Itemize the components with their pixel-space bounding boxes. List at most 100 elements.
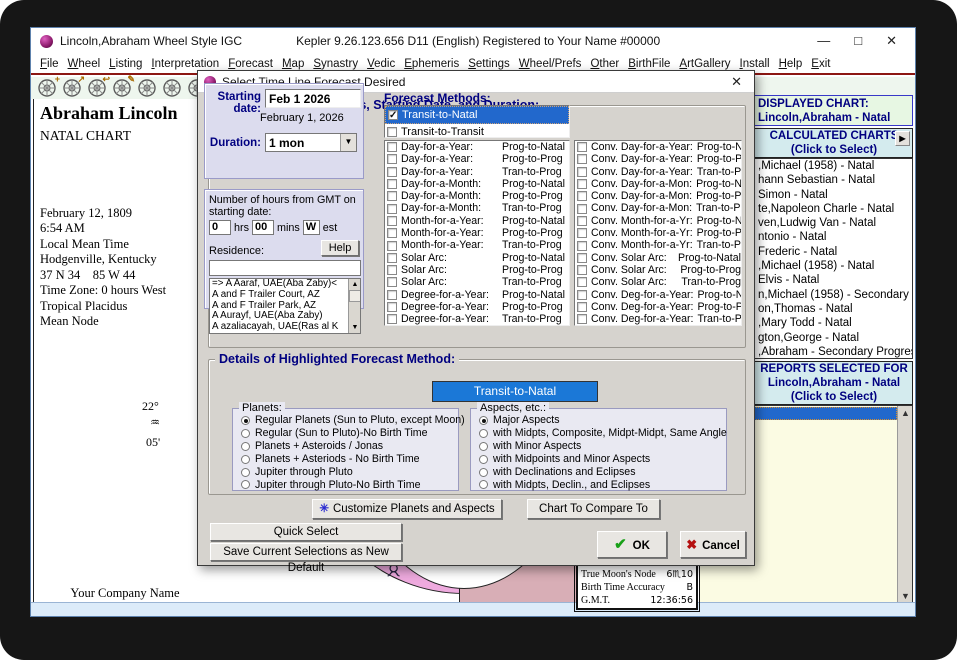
minimize-button[interactable]: — — [817, 33, 830, 49]
planets-option[interactable]: Planets + Asteriods - No Birth Time — [233, 453, 458, 466]
forecast-method-row[interactable]: Day-for-a-Month: Tran-to-Prog — [385, 202, 569, 214]
method-checkbox[interactable] — [577, 179, 587, 189]
forecast-method-row[interactable]: Month-for-a-Year: Prog-to-Prog — [385, 227, 569, 239]
forecast-method-row[interactable]: Degree-for-a-Year: Prog-to-Prog — [385, 301, 569, 313]
radio-icon[interactable] — [241, 442, 250, 451]
city-list-item[interactable]: A and F Trailer Court, AZ — [210, 290, 360, 301]
reports-scrollbar[interactable]: ▲ ▼ — [897, 406, 912, 604]
method-checkbox[interactable] — [577, 228, 587, 238]
forecast-method-row[interactable]: Day-for-a-Year: Prog-to-Prog — [385, 153, 569, 165]
method-checkbox[interactable] — [577, 216, 587, 226]
wheel-icon[interactable] — [137, 78, 157, 98]
forecast-method-row[interactable]: Day-for-a-Year: Tran-to-Prog — [385, 166, 569, 178]
gmt-minutes-input[interactable]: 00 — [252, 220, 274, 235]
aspects-option[interactable]: with Declinations and Eclipses — [471, 466, 726, 479]
wheel-icon[interactable]: ✎ — [112, 78, 132, 98]
forecast-method-row[interactable]: Month-for-a-Year: Prog-to-Natal — [385, 215, 569, 227]
forecast-method-row[interactable]: Degree-for-a-Year: Prog-to-Natal — [385, 289, 569, 301]
radio-icon[interactable] — [479, 429, 488, 438]
method-checkbox[interactable] — [387, 204, 397, 214]
method-checkbox[interactable] — [387, 253, 397, 263]
radio-icon[interactable] — [479, 416, 488, 425]
menu-item[interactable]: Synastry — [313, 58, 358, 70]
save-default-button[interactable]: Save Current Selections as New Default — [210, 543, 402, 561]
aspects-option[interactable]: with Midpts, Composite, Midpt-Midpt, Sam… — [471, 427, 726, 440]
method-checkbox[interactable] — [387, 167, 397, 177]
forecast-method-row[interactable]: Conv. Day-for-a-Year: Prog-to-Prog — [575, 153, 741, 165]
forecast-method-row[interactable]: Conv. Month-for-a-Yr: Tran-to-Prog — [575, 239, 741, 251]
menu-item[interactable]: Wheel — [68, 58, 101, 70]
radio-icon[interactable] — [479, 468, 488, 477]
aspects-option[interactable]: Major Aspects — [471, 414, 726, 427]
method-checkbox[interactable] — [387, 142, 397, 152]
radio-icon[interactable] — [479, 480, 488, 489]
radio-icon[interactable] — [479, 442, 488, 451]
forecast-method-row[interactable]: Solar Arc: Prog-to-Natal — [385, 252, 569, 264]
aspects-option[interactable]: with Minor Aspects — [471, 440, 726, 453]
radio-icon[interactable] — [241, 480, 250, 489]
forecast-method-row[interactable]: Conv. Day-for-a-Year: Prog-to-Natal — [575, 141, 741, 153]
highlighted-method-button[interactable]: Transit-to-Natal — [432, 381, 598, 402]
menu-item[interactable]: BirthFile — [628, 58, 670, 70]
wheel-icon[interactable]: ↩ — [87, 78, 107, 98]
forecast-method-row[interactable]: Month-for-a-Year: Tran-to-Prog — [385, 239, 569, 251]
planets-option[interactable]: Regular (Sun to Pluto)-No Birth Time — [233, 427, 458, 440]
wheel-icon[interactable]: + — [37, 78, 57, 98]
forecast-method-row[interactable]: Conv. Solar Arc: Prog-to-Natal — [575, 252, 741, 264]
method-checkbox[interactable] — [577, 167, 587, 177]
aspects-option[interactable]: with Midpts, Declin., and Eclipses — [471, 479, 726, 492]
radio-icon[interactable] — [241, 429, 250, 438]
menu-item[interactable]: Wheel/Prefs — [519, 58, 582, 70]
planets-option[interactable]: Regular Planets (Sun to Pluto, except Mo… — [233, 414, 458, 427]
cancel-button[interactable]: ✖Cancel — [680, 531, 746, 558]
method-checkbox[interactable] — [577, 241, 587, 251]
forecast-method-row[interactable]: Conv. Deg-for-a-Year: Prog-to-Prog — [575, 301, 741, 313]
method-checkbox[interactable] — [577, 253, 587, 263]
method-checkbox[interactable] — [577, 154, 587, 164]
planets-option[interactable]: Jupiter through Pluto-No Birth Time — [233, 479, 458, 492]
radio-icon[interactable] — [241, 455, 250, 464]
forecast-method-row[interactable]: Conv. Month-for-a-Yr: Prog-to-Prog — [575, 227, 741, 239]
gmt-direction-input[interactable]: W — [303, 220, 320, 235]
menu-item[interactable]: ArtGallery — [679, 58, 730, 70]
method-checkbox[interactable] — [387, 154, 397, 164]
forecast-method-row[interactable]: Conv. Day-for-a-Mon: Prog-to-Natal — [575, 178, 741, 190]
menu-item[interactable]: Vedic — [367, 58, 395, 70]
menu-item[interactable]: Other — [590, 58, 619, 70]
dropdown-arrow-icon[interactable]: ▼ — [340, 134, 356, 151]
forecast-method-row[interactable]: Day-for-a-Year: Prog-to-Natal — [385, 141, 569, 153]
help-button[interactable]: Help — [321, 240, 359, 256]
menu-item[interactable]: Help — [779, 58, 803, 70]
radio-icon[interactable] — [241, 468, 250, 477]
method-checkbox[interactable] — [387, 228, 397, 238]
forecast-method-row[interactable]: Conv. Solar Arc: Tran-to-Prog — [575, 276, 741, 288]
maximize-button[interactable]: □ — [854, 33, 862, 49]
radio-icon[interactable] — [479, 455, 488, 464]
forecast-method-row[interactable]: Transit-to-Natal — [385, 106, 569, 124]
scroll-down-icon[interactable]: ▼ — [349, 322, 361, 333]
method-checkbox[interactable] — [387, 191, 397, 201]
ok-button[interactable]: ✔OK — [597, 531, 667, 558]
method-checkbox[interactable] — [577, 204, 587, 214]
method-checkbox[interactable] — [388, 110, 398, 120]
method-checkbox[interactable] — [577, 265, 587, 275]
method-checkbox[interactable] — [387, 277, 397, 287]
forecast-method-row[interactable]: Solar Arc: Tran-to-Prog — [385, 276, 569, 288]
wheel-icon[interactable]: ↗ — [62, 78, 82, 98]
quick-select-button[interactable]: Quick Select — [210, 523, 402, 541]
customize-planets-aspects-button[interactable]: ✳Customize Planets and Aspects — [312, 499, 502, 519]
forecast-method-row[interactable]: Solar Arc: Prog-to-Prog — [385, 264, 569, 276]
method-checkbox[interactable] — [577, 142, 587, 152]
method-checkbox[interactable] — [577, 277, 587, 287]
method-checkbox[interactable] — [387, 265, 397, 275]
duration-dropdown[interactable]: 1 mon ▼ — [265, 133, 357, 152]
method-checkbox[interactable] — [387, 179, 397, 189]
aspects-option[interactable]: with Midpoints and Minor Aspects — [471, 453, 726, 466]
planets-option[interactable]: Planets + Asteroids / Jonas — [233, 440, 458, 453]
forecast-method-row[interactable]: Conv. Solar Arc: Prog-to-Prog — [575, 264, 741, 276]
scroll-thumb[interactable] — [349, 290, 361, 302]
menu-item[interactable]: Install — [740, 58, 770, 70]
menu-item[interactable]: Exit — [811, 58, 830, 70]
city-list-item[interactable]: A azaliacayah, UAE(Ras al K — [210, 322, 360, 333]
method-checkbox[interactable] — [577, 302, 587, 312]
